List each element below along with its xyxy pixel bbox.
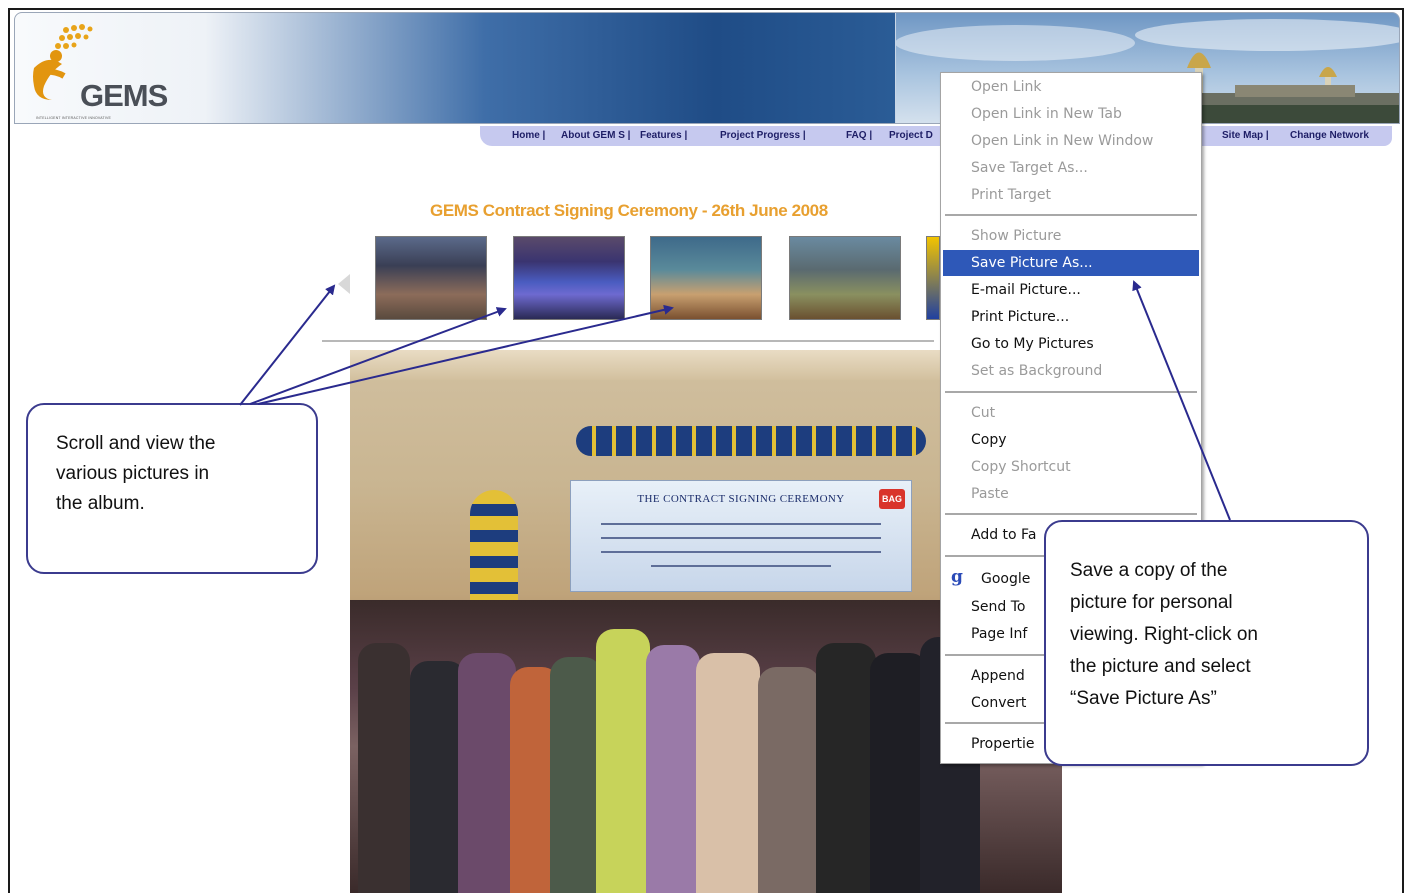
menu-save-target-as[interactable]: Save Target As...: [971, 160, 1088, 176]
menu-go-to-my-pictures[interactable]: Go to My Pictures: [971, 336, 1094, 352]
menu-copy-shortcut[interactable]: Copy Shortcut: [971, 459, 1071, 475]
album-thumbnail[interactable]: [513, 236, 625, 320]
menu-cut[interactable]: Cut: [971, 405, 995, 421]
person: [458, 653, 516, 893]
menu-email-picture[interactable]: E-mail Picture...: [971, 282, 1081, 298]
menu-show-picture[interactable]: Show Picture: [971, 228, 1061, 244]
nav-faq[interactable]: FAQ |: [846, 130, 872, 141]
menu-convert[interactable]: Convert: [971, 695, 1026, 711]
menu-open-link-new-tab[interactable]: Open Link in New Tab: [971, 106, 1122, 122]
nav-change-network[interactable]: Change Network: [1290, 130, 1369, 141]
callout-line: various pictures in: [56, 463, 210, 484]
callout-scroll-album: Scroll and view the various pictures in …: [26, 403, 318, 574]
menu-paste[interactable]: Paste: [971, 486, 1009, 502]
banner-text-line: [601, 523, 881, 525]
nav-features[interactable]: Features |: [640, 130, 687, 141]
balloon-garland: [576, 426, 926, 456]
album-thumbnail[interactable]: [375, 236, 487, 320]
banner-logo: BAG: [879, 489, 905, 509]
person: [550, 657, 602, 893]
banner-text-line: [651, 565, 831, 567]
banner-text-line: [601, 551, 881, 553]
menu-copy[interactable]: Copy: [971, 432, 1007, 448]
album-thumbnail[interactable]: [926, 236, 940, 320]
callout-line: “Save Picture As”: [1070, 688, 1217, 709]
callout-line: Scroll and view the: [56, 433, 216, 454]
ceremony-banner: THE CONTRACT SIGNING CEREMONY BAG: [570, 480, 912, 592]
nav-project-d[interactable]: Project D: [889, 130, 933, 141]
nav-project-progress[interactable]: Project Progress |: [720, 130, 806, 141]
menu-page-info[interactable]: Page Inf: [971, 626, 1027, 642]
menu-send-to[interactable]: Send To: [971, 599, 1025, 615]
menu-open-link[interactable]: Open Link: [971, 79, 1042, 95]
menu-save-picture-as[interactable]: Save Picture As...: [971, 255, 1093, 271]
album-thumbnail[interactable]: [650, 236, 762, 320]
menu-separator: [945, 513, 1197, 515]
person: [816, 643, 876, 893]
person: [358, 643, 410, 893]
gems-logo[interactable]: GEMS INTELLIGENT INTERACTIVE INNOVATIVE: [28, 20, 208, 120]
logo-text: GEMS: [80, 78, 168, 113]
banner-text-line: [601, 537, 881, 539]
callout-line: the album.: [56, 493, 145, 514]
album-title: GEMS Contract Signing Ceremony - 26th Ju…: [430, 201, 828, 220]
person: [646, 645, 700, 893]
callout-line: the picture and select: [1070, 656, 1251, 677]
menu-set-as-background[interactable]: Set as Background: [971, 363, 1102, 379]
callout-line: Save a copy of the: [1070, 560, 1228, 581]
person: [758, 667, 820, 893]
menu-google[interactable]: Google: [981, 571, 1030, 587]
menu-separator: [945, 214, 1197, 216]
menu-append[interactable]: Append: [971, 668, 1025, 684]
banner-title: THE CONTRACT SIGNING CEREMONY: [637, 493, 845, 505]
album-thumbnail[interactable]: [789, 236, 901, 320]
menu-open-link-new-window[interactable]: Open Link in New Window: [971, 133, 1153, 149]
menu-print-target[interactable]: Print Target: [971, 187, 1051, 203]
logo-tagline: INTELLIGENT INTERACTIVE INNOVATIVE: [36, 116, 112, 120]
callout-save-picture: Save a copy of the picture for personal …: [1044, 520, 1369, 766]
menu-print-picture[interactable]: Print Picture...: [971, 309, 1069, 325]
header-divider: [895, 13, 896, 123]
divider: [322, 340, 934, 342]
prev-arrow-icon[interactable]: [338, 274, 350, 294]
callout-line: viewing. Right-click on: [1070, 624, 1258, 645]
callout-line: picture for personal: [1070, 592, 1233, 613]
person: [696, 653, 760, 893]
menu-separator: [945, 391, 1197, 393]
menu-properties[interactable]: Propertie: [971, 736, 1034, 752]
nav-home[interactable]: Home |: [512, 130, 545, 141]
google-icon: g: [951, 567, 963, 587]
nav-about[interactable]: About GEM S |: [561, 130, 630, 141]
person: [596, 629, 650, 893]
nav-site-map[interactable]: Site Map |: [1222, 130, 1269, 141]
menu-add-to-favorites[interactable]: Add to Fa: [971, 527, 1036, 543]
